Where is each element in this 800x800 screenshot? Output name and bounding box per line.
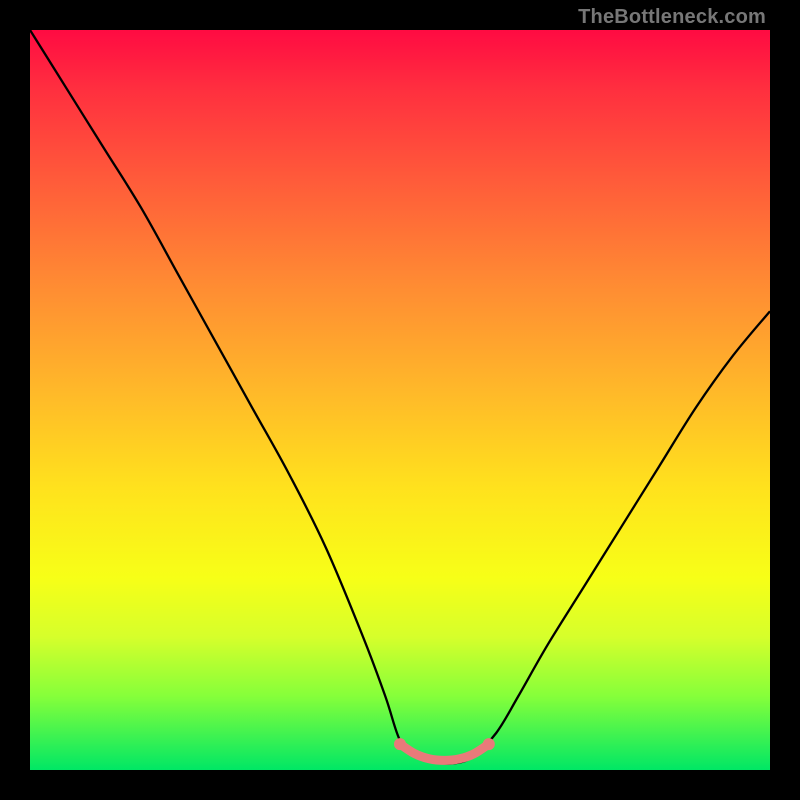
plot-area bbox=[30, 30, 770, 770]
watermark-text: TheBottleneck.com bbox=[578, 6, 766, 29]
highlight-dot-left bbox=[394, 738, 406, 750]
chart-frame: TheBottleneck.com bbox=[0, 0, 800, 800]
highlight-dot-right bbox=[483, 738, 495, 750]
minimum-highlight bbox=[400, 744, 489, 760]
bottleneck-curve bbox=[30, 30, 770, 764]
curve-layer bbox=[30, 30, 770, 770]
